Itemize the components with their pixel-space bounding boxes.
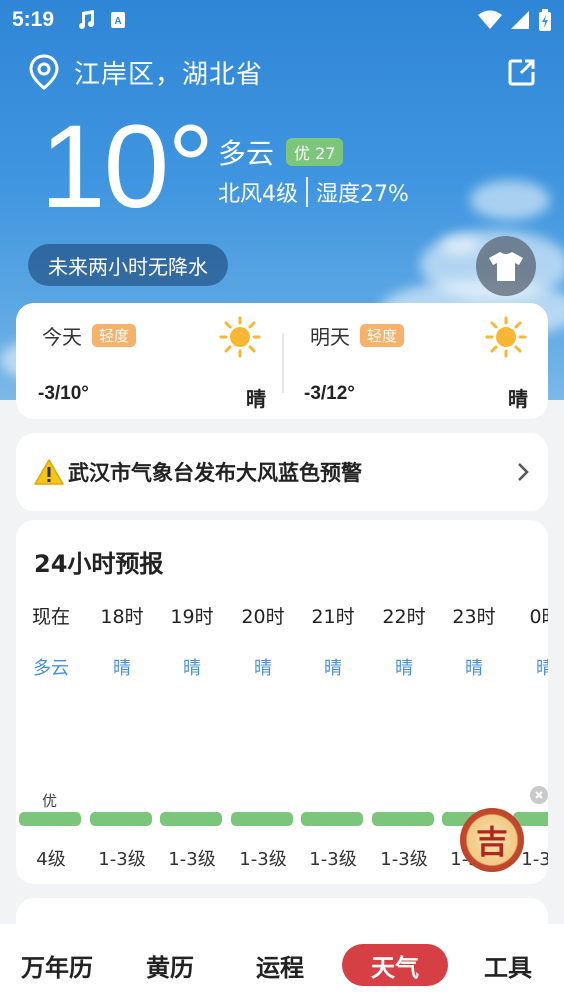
air-quality-bar <box>372 812 434 826</box>
hour-wind-level: 4级 <box>36 849 66 870</box>
tab-fortune[interactable]: 运程 <box>240 944 320 986</box>
warning-icon <box>34 459 64 485</box>
tshirt-icon <box>489 252 523 281</box>
share-icon[interactable] <box>508 58 536 86</box>
current-temperature: 10° <box>40 101 214 233</box>
signal-icon <box>511 11 529 29</box>
tab-weather[interactable]: 天气 <box>342 944 448 986</box>
wifi-icon <box>478 10 502 29</box>
tab-almanac[interactable]: 黄历 <box>130 944 210 986</box>
pollution-badge: 轻度 <box>92 324 137 347</box>
tomorrow-forecast[interactable]: 明天 轻度 -3/12° 晴 <box>282 303 532 419</box>
hour-condition: 晴 <box>465 658 483 679</box>
status-time: 5:19 <box>12 8 55 31</box>
hour-time: 22时 <box>382 606 426 628</box>
hour-wind-level: 1-3级 <box>98 849 146 870</box>
wind-humidity-row: 北风4级 湿度27% <box>218 176 409 208</box>
hour-condition: 晴 <box>395 658 413 679</box>
day-label: 今天 <box>42 325 82 349</box>
hour-condition: 晴 <box>183 658 201 679</box>
hour-time: 20时 <box>241 606 285 628</box>
bottom-tab-bar: 万年历 黄历 运程 天气 工具 <box>0 924 564 1002</box>
air-quality-bar <box>301 812 363 826</box>
svg-text:A: A <box>114 16 121 27</box>
day-temp: -3/10° <box>38 383 89 404</box>
day-temp: -3/12° <box>304 383 355 404</box>
humidity-text: 湿度27% <box>316 182 409 207</box>
lucky-badge[interactable]: 吉 <box>460 808 524 872</box>
hour-wind-level: 1-3级 <box>239 849 287 870</box>
divider <box>306 177 308 207</box>
location-name[interactable]: 江岸区，湖北省 <box>74 54 263 91</box>
location-pin-icon <box>29 54 59 90</box>
status-bar: 5:19 A <box>0 0 564 40</box>
air-quality-bar <box>231 812 293 826</box>
day-condition: 晴 <box>508 387 528 411</box>
close-icon[interactable] <box>530 786 548 804</box>
sun-icon <box>219 316 261 358</box>
hour-time: 18时 <box>100 606 144 628</box>
hour-condition: 晴 <box>324 658 342 679</box>
hour-condition: 晴 <box>113 658 131 679</box>
current-condition-row: 多云 优 27 <box>218 132 344 172</box>
air-quality-bar <box>160 812 222 826</box>
air-quality-label: 优 <box>42 792 58 810</box>
chevron-right-icon <box>518 463 529 481</box>
hour-time: 0时 <box>529 606 548 628</box>
alert-text: 武汉市气象台发布大风蓝色预警 <box>68 461 362 485</box>
tab-tools[interactable]: 工具 <box>468 944 548 986</box>
cloud <box>440 235 480 255</box>
current-condition: 多云 <box>218 137 275 170</box>
rain-notice[interactable]: 未来两小时无降水 <box>28 244 228 286</box>
section-title: 24小时预报 <box>34 550 164 578</box>
cloud <box>470 180 550 220</box>
today-forecast[interactable]: 今天 轻度 -3/10° 晴 <box>16 303 266 419</box>
battery-icon <box>539 9 551 31</box>
hour-condition: 多云 <box>33 658 69 679</box>
air-quality-bar <box>90 812 152 826</box>
hour-wind-level: 1-3级 <box>168 849 216 870</box>
air-quality-bar <box>19 812 81 826</box>
aqi-badge[interactable]: 优 27 <box>286 138 344 166</box>
hour-time: 21时 <box>311 606 355 628</box>
hour-time: 23时 <box>452 606 496 628</box>
day-condition: 晴 <box>246 387 266 411</box>
wind-text: 北风4级 <box>218 182 298 207</box>
pollution-badge: 轻度 <box>360 324 405 347</box>
music-note-icon <box>79 10 95 29</box>
hour-time: 19时 <box>170 606 214 628</box>
app-notification-icon: A <box>111 12 126 28</box>
hour-wind-level: 1-3级 <box>309 849 357 870</box>
two-day-card[interactable]: 今天 轻度 -3/10° 晴 明天 轻度 -3/12° 晴 <box>16 303 548 419</box>
tab-calendar[interactable]: 万年历 <box>14 944 100 986</box>
location-row[interactable]: 江岸区，湖北省 <box>28 52 536 92</box>
clothing-button[interactable] <box>476 236 536 296</box>
hour-time: 现在 <box>31 606 70 628</box>
hour-condition: 晴 <box>536 658 548 679</box>
day-label: 明天 <box>310 325 350 349</box>
hour-wind-level: 1-3级 <box>380 849 428 870</box>
hour-condition: 晴 <box>254 658 272 679</box>
weather-alert[interactable]: 武汉市气象台发布大风蓝色预警 <box>16 433 548 511</box>
sun-icon <box>485 316 527 358</box>
